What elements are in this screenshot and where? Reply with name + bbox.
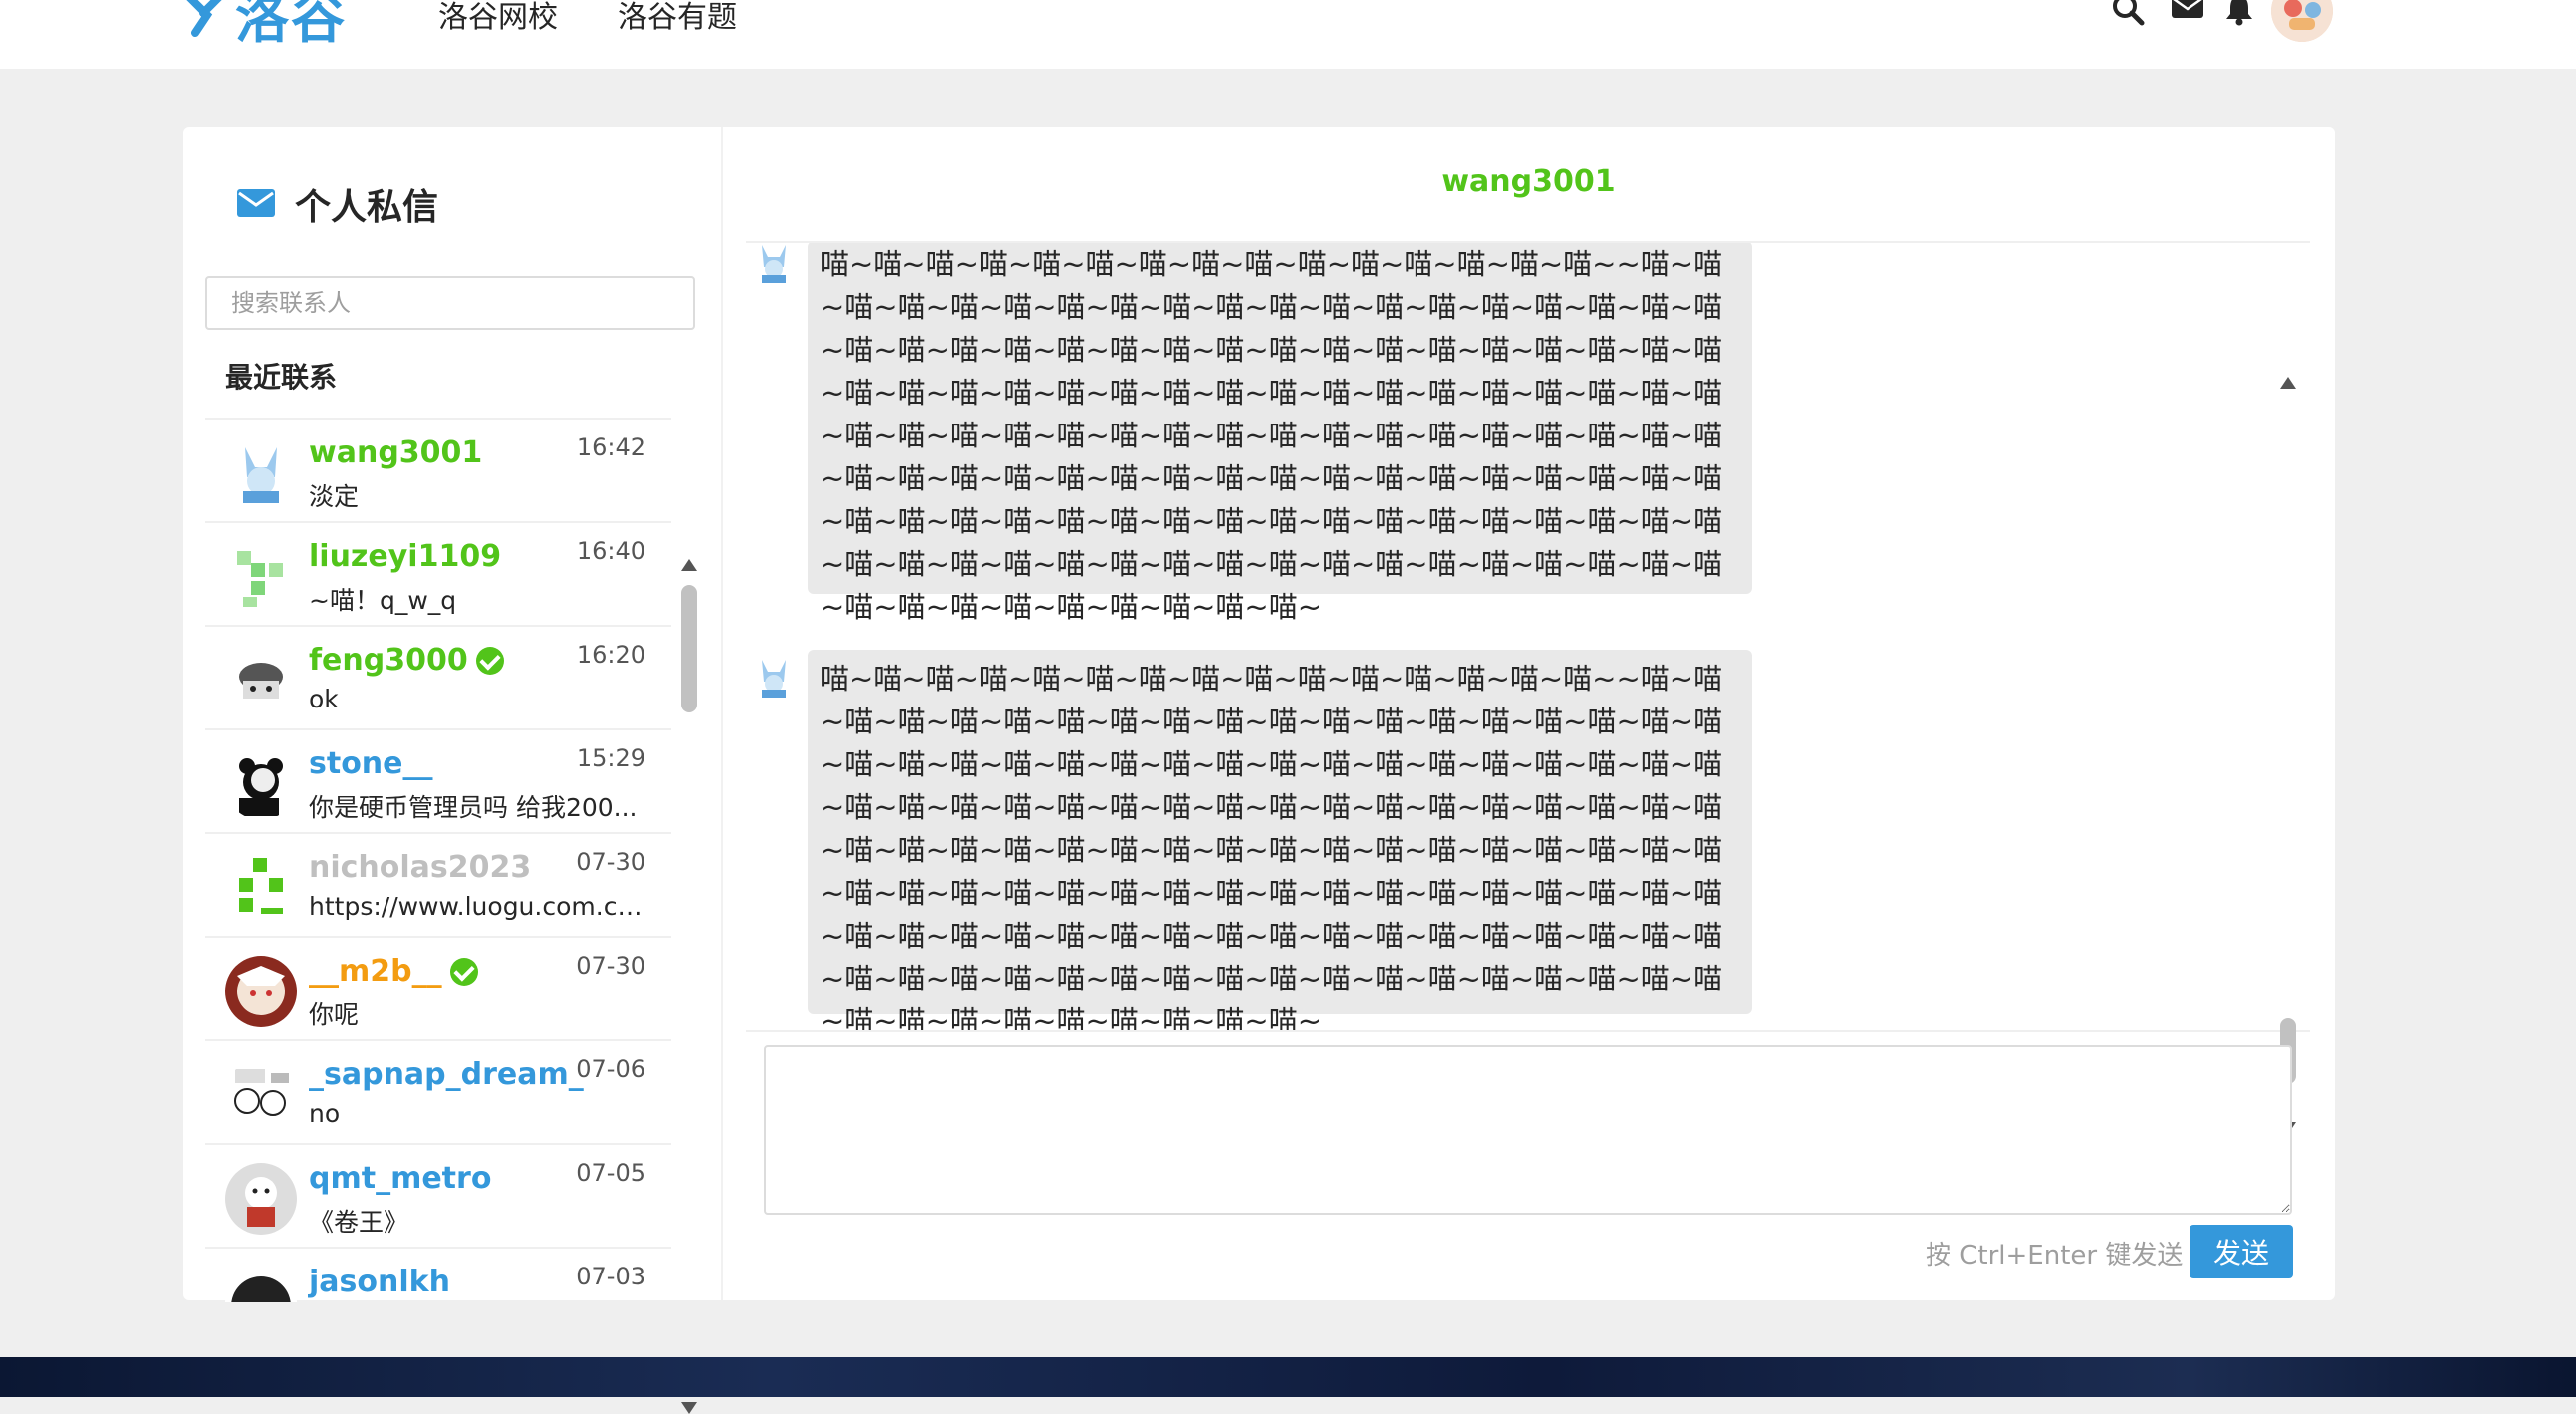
contact-last-message: 淡定	[309, 482, 360, 511]
contact-time: 16:20	[576, 641, 645, 669]
verified-badge-icon	[475, 646, 504, 675]
envelope-icon	[237, 189, 275, 217]
contact-last-message: ok	[309, 685, 339, 713]
conversation-partner-name[interactable]: wang3001	[722, 164, 2335, 199]
contact-time: 07-05	[576, 1159, 645, 1187]
contact-name: qmt_metro	[309, 1161, 492, 1196]
verified-badge-icon	[449, 957, 478, 986]
contact-name: _sapnap_dream_	[309, 1057, 584, 1092]
contact-time: 07-03	[576, 1263, 645, 1290]
top-navbar: 洛谷 洛谷网校 洛谷有题	[0, 0, 2576, 69]
contact-item[interactable]: jasonlkh 07-03	[205, 1249, 671, 1302]
message-bubble: 喵~喵~喵~喵~喵~喵~喵~喵~喵~喵~喵~喵~喵~喵~喵~~喵~喵~喵~喵~喵…	[808, 243, 1752, 624]
scroll-down-arrow-icon[interactable]	[681, 1402, 697, 1414]
contact-last-message: 《卷王》	[309, 1208, 409, 1237]
conversation-column: wang3001 喵~喵~喵~喵~喵~喵~喵~喵~喵~喵~喵~喵~喵~喵~喵~~…	[722, 127, 2335, 1300]
contact-item[interactable]: wang3001 16:42 淡定	[205, 420, 671, 523]
send-shortcut-hint: 按 Ctrl+Enter 键发送	[1926, 1241, 2184, 1271]
contact-avatar	[225, 956, 297, 1027]
scrollbar-thumb[interactable]	[681, 585, 697, 712]
contact-item[interactable]: qmt_metro 07-05 《卷王》	[205, 1145, 671, 1249]
panel-title: 个人私信	[237, 178, 438, 230]
contact-item[interactable]: nicholas2023 07-30 https://www.luogu.com…	[205, 834, 671, 938]
contact-time: 16:40	[576, 537, 645, 565]
contact-last-message: 你呢	[309, 1000, 360, 1029]
contact-name: jasonlkh	[309, 1265, 450, 1299]
message-bubble: 喵~喵~喵~喵~喵~喵~喵~喵~喵~喵~喵~喵~喵~喵~喵~~喵~喵~喵~喵~喵…	[808, 650, 1752, 1030]
contact-item[interactable]: liuzeyi1109 16:40 ~喵！q_w_q	[205, 523, 671, 627]
contact-last-message: 你是硬币管理员吗 给我200...	[309, 793, 638, 822]
contact-item[interactable]: __m2b__ 07-30 你呢	[205, 938, 671, 1041]
contact-name: stone__	[309, 746, 433, 781]
user-avatar[interactable]	[2271, 0, 2333, 42]
contact-list: wang3001 16:42 淡定 liuzeyi1109 16:40 ~喵！q…	[205, 418, 671, 1302]
contact-search-input[interactable]	[205, 276, 695, 330]
bell-icon[interactable]	[2225, 0, 2253, 26]
contact-time: 16:42	[576, 433, 645, 461]
contact-avatar	[225, 748, 297, 820]
contact-name: wang3001	[309, 435, 483, 470]
contact-avatar	[225, 541, 297, 613]
mail-icon[interactable]	[2172, 0, 2203, 22]
contact-last-message: https://www.luogu.com.cn...	[309, 892, 647, 921]
contact-avatar	[225, 1059, 297, 1131]
logo-mark-icon	[186, 0, 222, 37]
recent-contacts-heading: 最近联系	[225, 361, 338, 394]
contact-avatar	[225, 645, 297, 716]
contact-item[interactable]: stone__ 15:29 你是硬币管理员吗 给我200...	[205, 730, 671, 834]
user-avatar-image	[2271, 0, 2333, 42]
message-history-scrollbar[interactable]	[2276, 241, 2300, 1134]
luogu-logo[interactable]: 洛谷	[181, 0, 347, 50]
footer-background	[0, 1357, 2576, 1397]
contact-list-scrollbar[interactable]	[677, 418, 699, 1414]
sender-avatar[interactable]	[752, 656, 796, 700]
contact-time: 07-30	[576, 952, 645, 980]
scroll-up-arrow-icon[interactable]	[681, 559, 697, 571]
contact-time: 07-30	[576, 848, 645, 876]
message-input[interactable]	[764, 1045, 2292, 1215]
panel-title-text: 个人私信	[295, 187, 439, 228]
contact-avatar	[225, 437, 297, 509]
send-button[interactable]: 发送	[2190, 1225, 2293, 1278]
scroll-up-arrow-icon[interactable]	[2280, 377, 2296, 389]
message-history: 喵~喵~喵~喵~喵~喵~喵~喵~喵~喵~喵~喵~喵~喵~喵~~喵~喵~喵~喵~喵…	[746, 241, 2310, 1032]
contact-item[interactable]: _sapnap_dream_ 07-06 no	[205, 1041, 671, 1145]
contact-name: feng3000	[309, 643, 504, 678]
contact-avatar	[225, 1267, 297, 1302]
contact-last-message: no	[309, 1099, 341, 1128]
contact-time: 15:29	[576, 744, 645, 772]
contact-last-message: ~喵！q_w_q	[309, 586, 457, 615]
contact-avatar	[225, 1163, 297, 1235]
messages-panel: 个人私信 最近联系 wang3001 16:42 淡定 liuzeyi1109 …	[183, 127, 2335, 1414]
contacts-column: 个人私信 最近联系 wang3001 16:42 淡定 liuzeyi1109 …	[183, 127, 723, 1414]
logo-text: 洛谷	[235, 0, 347, 50]
contact-avatar	[225, 852, 297, 924]
contact-name: __m2b__	[309, 954, 478, 989]
contact-name: nicholas2023	[309, 850, 532, 885]
sender-avatar[interactable]	[752, 241, 796, 285]
contact-name: liuzeyi1109	[309, 539, 502, 574]
contact-item[interactable]: feng3000 16:20 ok	[205, 627, 671, 730]
search-icon[interactable]	[2112, 0, 2146, 26]
nav-item-youti[interactable]: 洛谷有题	[618, 0, 737, 36]
contact-time: 07-06	[576, 1055, 645, 1083]
nav-item-online-school[interactable]: 洛谷网校	[438, 0, 558, 36]
